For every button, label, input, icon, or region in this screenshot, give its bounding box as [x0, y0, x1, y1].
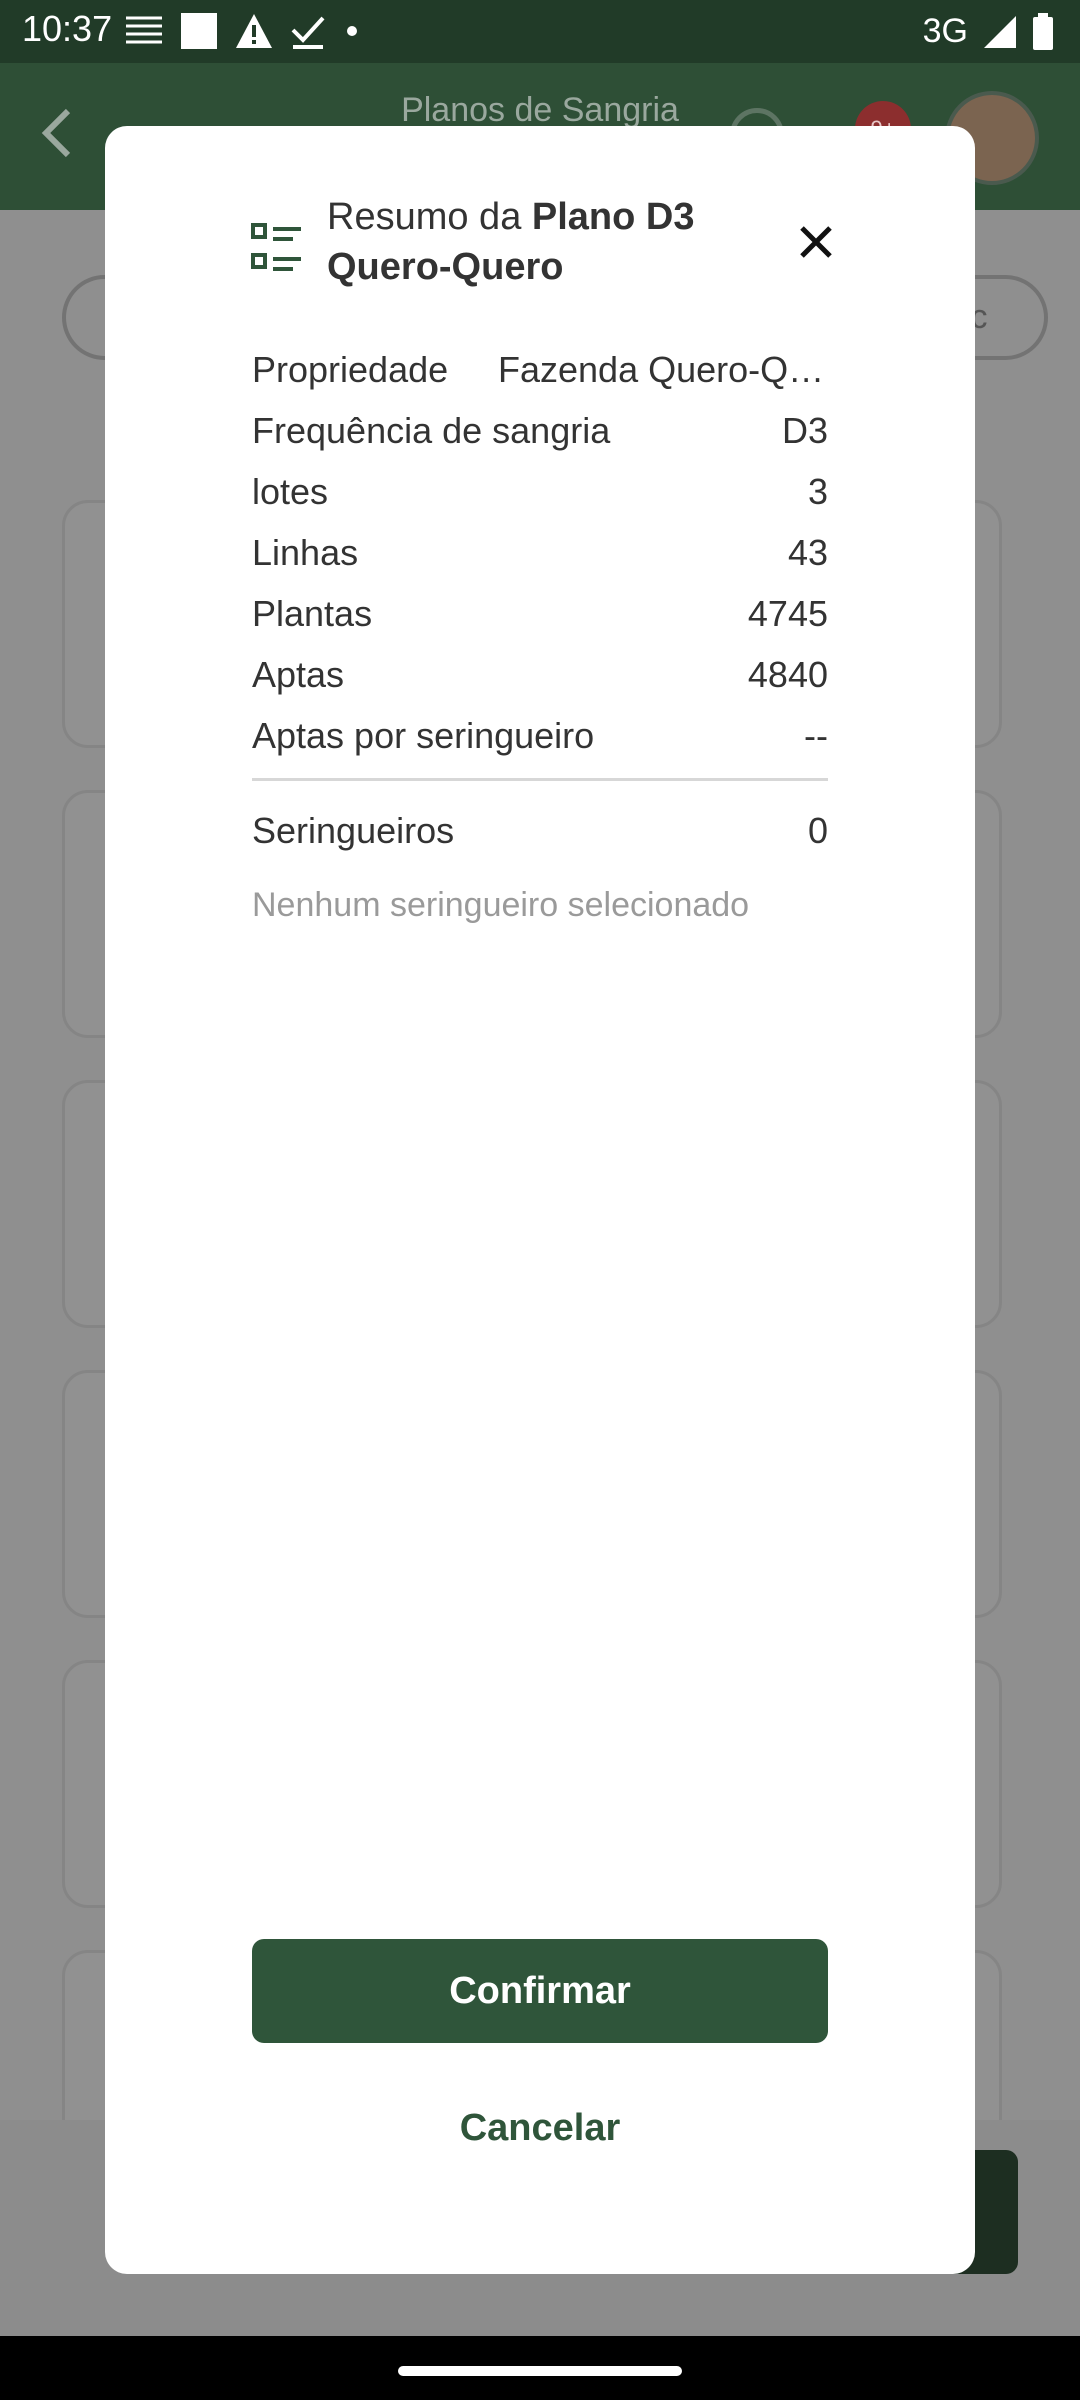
dialog-title: Resumo da Plano D3 Quero-Quero	[327, 192, 797, 292]
cancel-button[interactable]: Cancelar	[252, 2086, 828, 2170]
navigation-bar	[0, 2336, 1080, 2400]
summary-rows: Propriedade Fazenda Quero-Quero Frequênc…	[252, 339, 828, 766]
row-label: Aptas	[252, 653, 345, 695]
dot-icon	[347, 26, 357, 36]
row-value: 43	[787, 531, 828, 573]
list-summary-icon	[251, 223, 301, 271]
notification-stack-icon	[126, 16, 162, 44]
row-label: Aptas por seringueiro	[252, 714, 595, 756]
divider	[252, 778, 828, 781]
network-type: 3G	[922, 12, 968, 50]
close-button[interactable]	[788, 214, 844, 270]
row-aptas-por-seringueiro: Aptas por seringueiro --	[252, 705, 828, 766]
row-plantas: Plantas 4745	[252, 583, 828, 644]
row-label: Frequência de sangria	[252, 409, 611, 451]
row-label: Plantas	[252, 592, 373, 634]
app-title: Planos de Sangria	[401, 91, 679, 129]
square-icon	[181, 13, 217, 49]
row-frequencia: Frequência de sangria D3	[252, 400, 828, 461]
home-gesture-handle[interactable]	[398, 2366, 682, 2376]
warning-icon	[236, 14, 272, 48]
row-value: D3	[781, 409, 828, 451]
summary-dialog: Resumo da Plano D3 Quero-Quero Proprieda…	[105, 126, 975, 2274]
row-value: 0	[807, 809, 828, 851]
row-lotes: lotes 3	[252, 461, 828, 522]
row-label: Seringueiros	[252, 809, 455, 851]
checkmark-icon	[291, 16, 325, 49]
row-value: --	[804, 714, 828, 756]
close-icon	[800, 226, 832, 258]
row-linhas: Linhas 43	[252, 522, 828, 583]
status-icons-right: 3G	[923, 12, 1054, 51]
signal-icon	[984, 15, 1016, 48]
row-seringueiros: Seringueiros 0	[252, 800, 828, 861]
row-label: lotes	[252, 470, 329, 512]
empty-seringueiros-note: Nenhum seringueiro selecionado	[252, 886, 750, 924]
confirm-button[interactable]: Confirmar	[252, 1939, 828, 2043]
status-time: 10:37	[22, 8, 113, 49]
row-label: Linhas	[252, 531, 359, 573]
status-bar: 10:37 3G	[0, 0, 1080, 63]
status-icons-left	[124, 12, 362, 50]
row-value: Fazenda Quero-Quero	[498, 348, 828, 390]
battery-icon	[1033, 12, 1053, 50]
row-label: Propriedade	[252, 348, 449, 390]
row-aptas: Aptas 4840	[252, 644, 828, 705]
row-value: 3	[807, 470, 828, 512]
row-propriedade: Propriedade Fazenda Quero-Quero	[252, 339, 828, 400]
row-value: 4840	[747, 653, 828, 695]
dialog-title-prefix: Resumo da	[327, 196, 532, 238]
row-value: 4745	[747, 592, 828, 634]
